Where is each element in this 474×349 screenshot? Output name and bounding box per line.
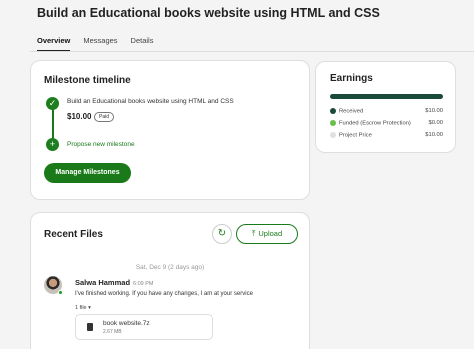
manage-milestones-button[interactable]: Manage Milestones <box>44 163 131 183</box>
message-text: I've finished working. If you have any c… <box>75 291 253 297</box>
file-name: book website.7z <box>103 320 150 327</box>
recent-files-title: Recent Files <box>44 229 103 240</box>
earnings-progress-bar <box>330 94 443 99</box>
earnings-title: Earnings <box>330 73 373 84</box>
check-icon: ✓ <box>46 97 59 110</box>
earnings-value: $10.00 <box>425 132 443 138</box>
earnings-row-received: Received $10.00 <box>330 108 443 115</box>
date-separator: Sat, Dec 9 (2 days ago) <box>135 264 205 271</box>
propose-milestone-link[interactable]: Propose new milestone <box>67 141 135 148</box>
upload-label: Upload <box>258 229 283 238</box>
recent-files-card: Recent Files ↻ ⤒ Upload Sat, Dec 9 (2 day… <box>30 212 310 349</box>
online-status-icon <box>58 290 63 295</box>
message-sender: Salwa Hammad 6:09 PM <box>75 278 154 287</box>
file-count-label: 1 file <box>75 305 87 311</box>
upload-button[interactable]: ⤒ Upload <box>236 224 298 244</box>
file-icon <box>87 323 93 331</box>
file-size: 2.67 MB <box>103 329 122 335</box>
status-badge: Paid <box>94 112 115 122</box>
funded-dot-icon <box>330 120 336 126</box>
message-time: 6:09 PM <box>133 281 154 287</box>
tab-bar: Overview Messages Details <box>37 36 153 52</box>
price-dot-icon <box>330 132 336 138</box>
earnings-value: $10.00 <box>425 108 443 114</box>
tab-details[interactable]: Details <box>131 36 154 52</box>
earnings-card: Earnings Received $10.00 Funded (Escrow … <box>315 61 456 153</box>
file-attachment[interactable]: book website.7z 2.67 MB <box>75 314 213 340</box>
refresh-button[interactable]: ↻ <box>212 224 232 244</box>
sender-name[interactable]: Salwa Hammad <box>75 278 130 287</box>
plus-icon[interactable]: + <box>46 138 59 151</box>
earnings-label: Project Price <box>339 132 372 139</box>
page-title: Build an Educational books website using… <box>37 6 380 20</box>
milestone-name: Build an Educational books website using… <box>67 98 234 105</box>
tab-divider <box>30 51 474 52</box>
earnings-row-funded: Funded (Escrow Protection) $0.00 <box>330 120 443 127</box>
milestone-title: Milestone timeline <box>44 75 131 86</box>
refresh-icon: ↻ <box>217 228 227 239</box>
file-count-toggle[interactable]: 1 file ▾ <box>75 305 91 311</box>
earnings-row-price: Project Price $10.00 <box>330 132 443 139</box>
milestone-amount: $10.00 <box>67 112 92 121</box>
earnings-label: Received <box>339 108 364 115</box>
upload-icon: ⤒ <box>251 229 256 238</box>
milestone-card: Milestone timeline ✓ Build an Educationa… <box>30 60 310 200</box>
received-dot-icon <box>330 108 336 114</box>
earnings-value: $0.00 <box>428 120 443 126</box>
tab-messages[interactable]: Messages <box>83 36 117 52</box>
chevron-down-icon: ▾ <box>88 305 91 311</box>
tab-overview[interactable]: Overview <box>37 36 71 52</box>
earnings-label: Funded (Escrow Protection) <box>339 120 411 127</box>
